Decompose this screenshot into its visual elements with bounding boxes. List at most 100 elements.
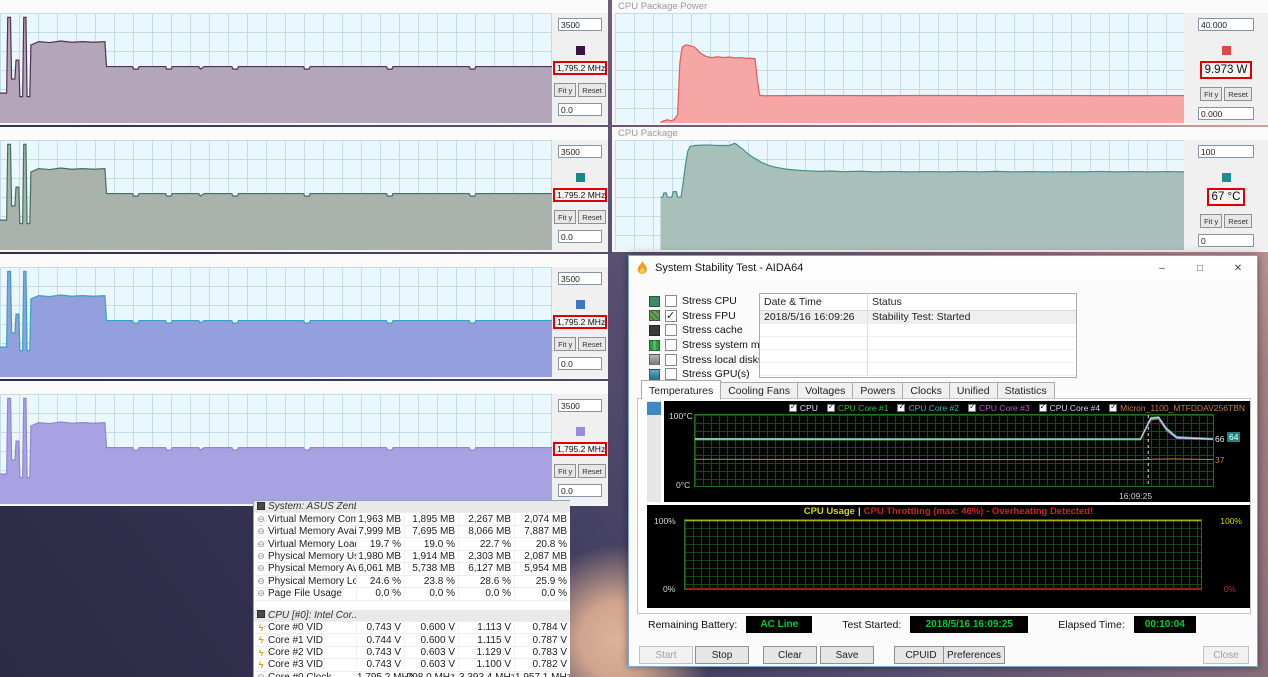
cpu-temp-now: 66 [1215,434,1225,444]
legend-label: CPU Core #2 [908,403,959,413]
vertical-scrollbar[interactable] [647,401,661,502]
scrollbar-thumb[interactable] [647,402,661,415]
temperature-plot [694,414,1214,487]
status-value-remaining-battery: AC Line [746,616,813,633]
tab-temperatures[interactable]: Temperatures [641,380,722,400]
series-marker [575,46,585,55]
panel-controls: 1,795.2 MHz Fit yReset [552,140,608,250]
clear-button[interactable]: Clear [763,646,817,664]
minimize-button[interactable]: – [1143,256,1181,280]
stats-value: 1,957.1 MHz [514,671,570,677]
save-button[interactable]: Save [820,646,874,664]
reset-button[interactable]: Reset [1224,87,1252,101]
legend-checkbox[interactable] [1038,402,1047,412]
stats-value: 0.784 V [514,622,570,634]
checkbox-stress-cache[interactable] [665,324,677,337]
legend-item-cpu-core-3: CPU Core #3 [968,402,1030,413]
window-titlebar[interactable]: System Stability Test - AIDA64 – □ ✕ [629,256,1257,280]
legend-item-micron-1100-mtfddav256tbn: Micron_1100_MTFDDAV256TBN [1109,402,1245,413]
disk-icon [649,354,660,366]
log-cell-status: Stability Test: Started [872,311,971,323]
legend-checkbox[interactable] [1109,402,1118,412]
current-value-badge: 1,795.2 MHz [553,188,607,202]
cpuid-button[interactable]: CPUID [894,646,948,664]
series-marker [575,427,585,436]
fit-y-button[interactable]: Fit y [554,337,577,351]
axis-max-input[interactable] [1198,18,1254,31]
checkbox-stress-system-memory[interactable] [665,339,677,352]
series-marker [575,173,585,182]
gauge-icon: ⊖ [257,526,265,537]
reset-button[interactable]: Reset [578,337,606,351]
stats-row-label: Core #2 VID [268,647,324,659]
fit-y-button[interactable]: Fit y [554,464,577,478]
monitor-panel-core3: 1,795.2 MHz Fit yReset [0,381,608,506]
preferences-button[interactable]: Preferences [943,646,1005,664]
stability-test-window: System Stability Test - AIDA64 – □ ✕ Stres… [628,255,1258,667]
fit-y-button[interactable]: Fit y [554,83,577,97]
axis-min-input[interactable] [558,357,602,370]
legend-checkbox[interactable] [897,402,906,412]
legend-item-cpu-core-2: CPU Core #2 [897,402,959,413]
axis-max-input[interactable] [1198,145,1254,158]
axis-max-input[interactable] [558,145,602,158]
current-value-badge: 67 °C [1206,188,1246,206]
ssd-temp-now: 37 [1215,455,1225,465]
reset-button[interactable]: Reset [578,464,606,478]
axis-max-input[interactable] [558,18,602,31]
legend-label: CPU Core #4 [1049,403,1101,413]
checkbox-stress-local-disks[interactable] [665,353,677,366]
bolt-icon: ϟ [258,659,264,670]
checkbox-stress-fpu[interactable] [665,309,677,322]
usage-title-text: CPU Usage [803,506,855,517]
axis-min-input[interactable] [558,230,602,243]
fit-y-button[interactable]: Fit y [1200,87,1223,101]
current-value-badge: 1,795.2 MHz [553,61,607,75]
status-value-test-started: 2018/5/16 16:09:25 [910,616,1029,633]
axis-min-input[interactable] [558,103,602,116]
gauge-icon: ⊖ [257,563,265,574]
stats-value: 1,895 MB [404,513,458,525]
stats-value: 25.9 % [514,575,570,587]
legend-checkbox[interactable] [788,402,797,412]
checkbox-stress-gpu-s[interactable] [665,368,677,381]
axis-min-input[interactable] [1198,107,1254,120]
stop-button[interactable]: Stop [695,646,749,664]
fit-y-button[interactable]: Fit y [1200,214,1223,228]
core1-clock-chart [0,140,552,250]
tab-page-temperatures: CPU CPU Core #1 CPU Core #2 CPU Core #3 CPU … [637,398,1251,614]
stats-value: 22.7 % [458,538,514,550]
stats-row-label: Virtual Memory Avai... [268,526,356,538]
status-label-remaining-battery: Remaining Battery: [648,618,738,631]
series-marker [1221,46,1231,55]
maximize-button[interactable]: □ [1181,256,1219,280]
close-button[interactable]: ✕ [1219,256,1257,280]
checkbox-stress-cpu[interactable] [665,295,677,308]
legend-item-cpu-core-4: CPU Core #4 [1038,402,1101,413]
log-cell [760,350,868,362]
close-button: Close [1203,646,1249,664]
stats-row-label: Page File Usage [268,588,342,600]
reset-button[interactable]: Reset [578,83,606,97]
button-bar: Start Stop Clear Save CPUID Preferences Close [629,646,1257,665]
stats-value: 1.113 V [458,622,514,634]
axis-min-input[interactable] [558,484,602,497]
flame-icon [637,260,647,274]
reset-button[interactable]: Reset [1224,214,1252,228]
legend-label: CPU [799,403,818,413]
stats-row-label: Core #0 Clock [268,672,356,677]
gpu-icon [649,368,660,380]
axis-min-input[interactable] [1198,234,1254,247]
legend-checkbox[interactable] [968,402,976,412]
reset-button[interactable]: Reset [578,210,606,224]
fit-y-button[interactable]: Fit y [554,210,577,224]
legend-checkbox[interactable] [826,402,835,412]
cpu-chip-icon [649,295,660,307]
log-column-status: Status [872,296,902,308]
usage-left-min: 0% [663,584,676,594]
graph-legend: CPU CPU Core #1 CPU Core #2 CPU Core #3 CPU … [788,402,1245,413]
axis-max-input[interactable] [558,272,602,285]
stats-value: 0.743 V [356,647,404,659]
selected-temp-value: 64 [1227,432,1241,442]
axis-max-input[interactable] [558,399,602,412]
